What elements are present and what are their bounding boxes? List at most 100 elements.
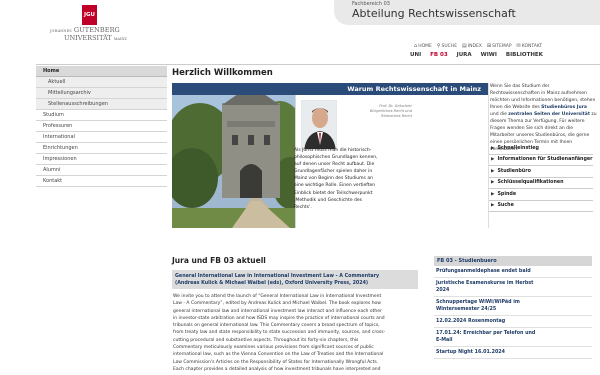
util-link-suche[interactable]: ⚲ SUCHE xyxy=(437,42,457,50)
news-body-line: Law Commission's Articles on the Respons… xyxy=(173,359,379,365)
search-icon: ⚲ xyxy=(436,43,441,49)
sitemap-icon: ⊞ xyxy=(486,43,492,49)
fb03-news-item-line: 17.01.24: Erreichbar per Telefon und xyxy=(436,331,536,336)
news-body-line: We invite you to attend the launch of “G… xyxy=(173,294,382,299)
feature-text-line: eine wichtige Rolle. Einen vertieften xyxy=(294,183,376,189)
intro-text-span: Ihnen die Website des xyxy=(490,105,542,110)
quick-links: ▶ Schnelleinstieg ▶ Informationen für Studi… xyxy=(489,143,593,212)
intro-line: Ihnen die Website des Studienbüros Jura xyxy=(490,104,598,111)
news-body-line: cutting procedural and substantive aspec… xyxy=(173,337,359,343)
logo-line-1: JOHANNES GUTENBERG xyxy=(50,26,120,34)
fb03-news-list: Prüfungsanmeldephase endet bald Juristisc… xyxy=(434,266,592,359)
intro-text-span: Mitarbeiter unseres Studienbüros, die ge… xyxy=(490,133,590,138)
university-logo[interactable]: JGU JOHANNES GUTENBERG UNIVERSITÄT MAINZ xyxy=(50,5,127,43)
fb03-news-item[interactable]: Prüfungsanmeldephase endet bald xyxy=(434,266,592,278)
util-link-home[interactable]: ⌂ HOME xyxy=(414,42,432,50)
header-divider xyxy=(36,64,600,65)
intro-line: Rechtswissenschaften in Mainz aufnehmen xyxy=(490,90,598,97)
util-link-label: INDEX xyxy=(467,43,482,49)
util-link-kontakt[interactable]: ✉ KONTAKT xyxy=(517,42,543,50)
arrow-right-icon: ▶ xyxy=(491,191,495,197)
news-body-line: Commentary meticulously examines various… xyxy=(173,345,374,351)
util-link-label: SUCHE xyxy=(441,43,458,49)
sidebar-item-kontakt[interactable]: Kontakt xyxy=(36,176,167,187)
main-nav: UNI FB 03 JURA WIWI BIBLIOTHEK xyxy=(410,52,543,62)
arrow-right-icon: ▶ xyxy=(491,203,495,209)
intro-text-span: möchten und Informationen benötigen, ste… xyxy=(490,98,596,103)
fb03-news-item-line: E-Mail xyxy=(436,338,453,343)
intro-text-span: Wenn Sie das Studium der xyxy=(490,84,550,89)
fb03-news-item[interactable]: Schnuppertage WiWi/WiPäd im Wintersemeste… xyxy=(434,297,592,316)
fb03-news-item-line: 12.02.2024 Rosenmontag xyxy=(436,319,506,324)
util-link-index[interactable]: ▤ INDEX xyxy=(462,42,482,50)
sidebar-item-home[interactable]: Home xyxy=(36,66,167,77)
quick-link-label: Schlüsselqualifikationen xyxy=(497,180,564,186)
news-headline-line: General International Law in Internation… xyxy=(175,274,380,279)
quick-link[interactable]: ▶ Spinde xyxy=(489,189,593,201)
fb03-news-item[interactable]: 12.02.2024 Rosenmontag xyxy=(434,316,592,328)
util-link-sitemap[interactable]: ⊞ SITEMAP xyxy=(487,42,512,50)
intro-text-span: Rechtswissenschaften in Mainz aufnehmen xyxy=(490,91,587,96)
sidebar-item-stellenausschreibungen[interactable]: Stellenausschreibungen xyxy=(36,99,167,110)
caption-line: Römisches Recht xyxy=(381,113,412,118)
main-nav-fb-03[interactable]: FB 03 xyxy=(430,52,448,62)
main-nav-wiwi[interactable]: WIWI xyxy=(481,52,497,62)
news-body-line: Law - A Commentary”, edited by Andreas K… xyxy=(173,301,381,307)
quick-link[interactable]: ▶ Suche xyxy=(489,201,593,212)
quick-link[interactable]: ▶ Schlüsselqualifikationen xyxy=(489,178,593,189)
feature-text-line: Einblick bietet der Teilschwerpunkt xyxy=(294,190,373,196)
news-body-line: international law, such as the Vienna Co… xyxy=(173,352,384,358)
news-body-line: tribunals on general international law. … xyxy=(173,323,380,329)
sidebar-item-international[interactable]: International xyxy=(36,132,167,143)
sidebar-item-alumni[interactable]: Alumni xyxy=(36,165,167,176)
intro-text-span: diesem Thema zur Verfügung. Für weitere xyxy=(490,119,585,124)
main-nav-uni[interactable]: UNI xyxy=(410,52,421,62)
news-body-line: in investor-state arbitration and how IS… xyxy=(173,315,385,321)
fb03-news-item-line: 2024 xyxy=(436,288,450,293)
intro-line: diesem Thema zur Verfügung. Für weitere xyxy=(490,118,598,125)
fb03-news-item-line: Juristische Examenskurse im Herbst xyxy=(436,281,534,286)
intro-line: und die zentralen Seiten der Universität… xyxy=(490,111,598,118)
fb03-news-item[interactable]: 17.01.24: Erreichbar per Telefon und E-Ma… xyxy=(434,328,592,347)
utility-nav: ⌂ HOME ⚲ SUCHE ▤ INDEX ⊞ SITEMAP ✉ KONTAKT xyxy=(414,42,542,50)
faculty-header: Fachbereich 03 Abteilung Rechtswissensch… xyxy=(334,0,600,25)
sidebar-item-mitteilungsarchiv[interactable]: Mitteilungsarchiv xyxy=(36,88,167,99)
intro-line: Mitarbeiter unseres Studienbüros, die ge… xyxy=(490,132,598,139)
main-nav-bibliothek[interactable]: BIBLIOTHEK xyxy=(506,52,543,62)
util-link-label: HOME xyxy=(418,43,432,49)
fb03-news-item-line: Startup Night 16.01.2024 xyxy=(436,350,505,355)
fb03-panel-title: FB 03 - Studienbuero xyxy=(434,256,592,266)
intro-text-span: Fragen wenden Sie sich direkt an die xyxy=(490,126,573,131)
sidebar-item-professuren[interactable]: Professuren xyxy=(36,121,167,132)
fb03-news-item-line: Schnuppertage WiWi/WiPäd im xyxy=(436,300,520,305)
page-title: Herzlich Willkommen xyxy=(172,68,273,78)
main-nav-jura[interactable]: JURA xyxy=(457,52,472,62)
news-body-line: Each chapter provides a detailed analysi… xyxy=(173,366,381,372)
intro-link[interactable]: Studienbüros Jura xyxy=(541,105,587,110)
quick-link-label: Suche xyxy=(497,203,514,209)
fb03-news-panel: FB 03 - Studienbuero Prüfungsanmeldephas… xyxy=(434,256,592,375)
intro-link[interactable]: zentralen Seiten der Universität xyxy=(508,112,590,117)
fb03-news-item[interactable]: Juristische Examenskurse im Herbst 2024 xyxy=(434,278,592,297)
sidebar-item-studium[interactable]: Studium xyxy=(36,110,167,121)
quick-link-label: Schnelleinstieg xyxy=(497,145,539,151)
feature-text-line: auf denen unser Recht aufbaut. Die xyxy=(294,162,375,168)
sidebar-item-impressionen[interactable]: Impressionen xyxy=(36,154,167,165)
news-body: We invite you to attend the launch of “G… xyxy=(172,289,418,375)
quick-link[interactable]: ▶ Studienbüro xyxy=(489,166,593,178)
quick-link[interactable]: ▶ Informationen für Studienanfänger xyxy=(489,155,593,166)
quick-link-label: Spinde xyxy=(497,191,517,197)
arrow-right-icon: ▶ xyxy=(491,145,495,151)
feature-text-line: Rechts'. xyxy=(294,204,312,210)
sidebar-item-aktuell[interactable]: Aktuell xyxy=(36,77,167,88)
sidebar-item-einrichtungen[interactable]: Einrichtungen xyxy=(36,143,167,154)
quick-link-label: Informationen für Studienanfänger xyxy=(497,157,593,163)
feature-text-line: Grundlagenfächer spielen daher in xyxy=(294,169,373,175)
feature-slider[interactable]: Warum Rechtswissenschaft in Mainz Prof. … xyxy=(172,83,489,228)
news-headline[interactable]: General International Law in Internation… xyxy=(172,270,418,289)
logo-line-2: UNIVERSITÄT MAINZ xyxy=(64,34,127,42)
fb03-news-item[interactable]: Startup Night 16.01.2024 xyxy=(434,347,592,359)
quick-link[interactable]: ▶ Schnelleinstieg xyxy=(489,143,593,155)
portrait-caption: Prof. Dr. Gröschler Bürgerliches Recht un… xyxy=(340,104,412,118)
faculty-title[interactable]: Abteilung Rechtswissenschaft xyxy=(352,7,516,20)
